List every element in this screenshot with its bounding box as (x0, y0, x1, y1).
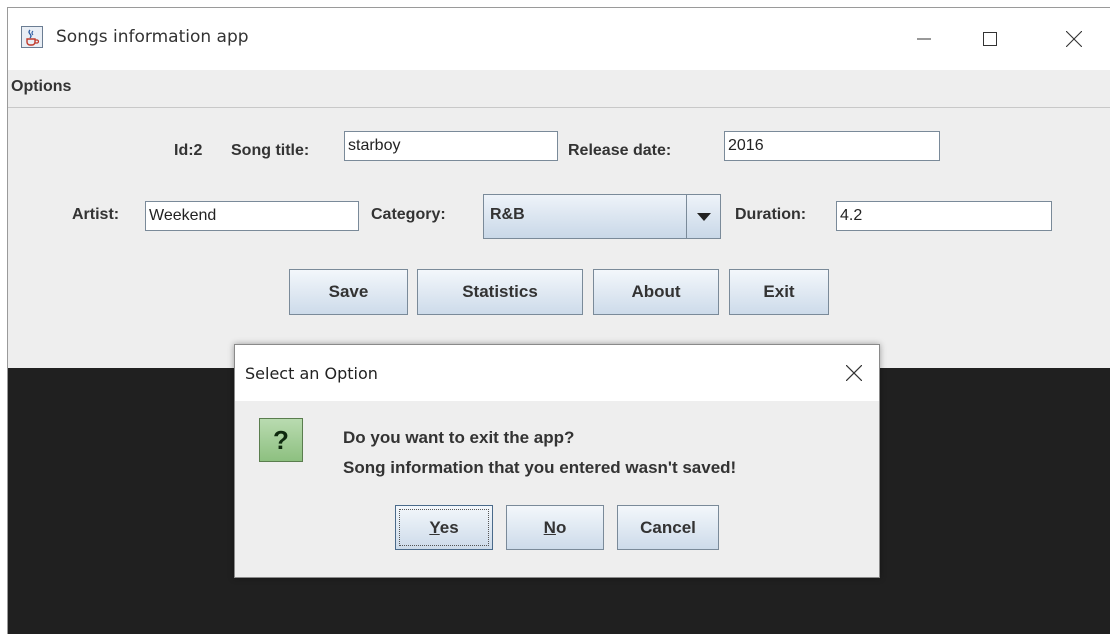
dropdown-arrow[interactable] (686, 195, 720, 238)
dialog-close-button[interactable] (829, 345, 879, 401)
minimize-icon (917, 38, 931, 40)
close-icon (1066, 31, 1082, 47)
dialog-title-bar: Select an Option (235, 345, 879, 401)
artist-label: Artist: (72, 206, 120, 223)
dialog-message-line2: Song information that you entered wasn't… (343, 458, 737, 477)
category-label: Category: (371, 206, 446, 223)
title-bar: Songs information app (8, 8, 1110, 70)
save-button[interactable]: Save (289, 269, 408, 315)
java-cup-icon (21, 26, 43, 48)
yes-label-rest: es (439, 517, 459, 537)
category-dropdown[interactable]: R&B (483, 194, 721, 239)
song-title-label: Song title: (231, 142, 310, 159)
menu-options[interactable]: Options (11, 78, 71, 96)
category-selected-value: R&B (490, 206, 525, 223)
song-title-input[interactable] (344, 131, 558, 161)
exit-button[interactable]: Exit (729, 269, 829, 315)
minimize-button[interactable] (892, 8, 956, 70)
menu-bar: Options (8, 70, 1110, 108)
question-icon: ? (259, 418, 303, 462)
dialog-title: Select an Option (245, 364, 378, 383)
no-button[interactable]: No (506, 505, 604, 550)
confirm-dialog: Select an Option ? Do you want to exit t… (234, 344, 880, 578)
about-button[interactable]: About (593, 269, 719, 315)
statistics-button[interactable]: Statistics (417, 269, 583, 315)
close-button[interactable] (1042, 8, 1106, 70)
chevron-down-icon (696, 212, 711, 221)
app-window: Songs information app Options Id:2 Song … (7, 7, 1110, 634)
no-mnemonic: N (543, 517, 556, 537)
artist-input[interactable] (145, 201, 359, 231)
duration-label: Duration: (735, 206, 807, 223)
release-date-input[interactable] (724, 131, 940, 161)
question-glyph: ? (273, 424, 289, 455)
close-icon (846, 365, 862, 381)
id-label: Id:2 (174, 142, 203, 159)
window-title: Songs information app (56, 27, 249, 47)
cancel-button[interactable]: Cancel (617, 505, 719, 550)
no-label-rest: o (555, 517, 567, 537)
release-date-label: Release date: (568, 142, 672, 159)
yes-button[interactable]: Yes (395, 505, 493, 550)
yes-mnemonic: Y (429, 517, 440, 537)
dialog-message-line1: Do you want to exit the app? (343, 428, 575, 447)
maximize-icon (983, 32, 997, 46)
duration-input[interactable] (836, 201, 1052, 231)
maximize-button[interactable] (958, 8, 1022, 70)
